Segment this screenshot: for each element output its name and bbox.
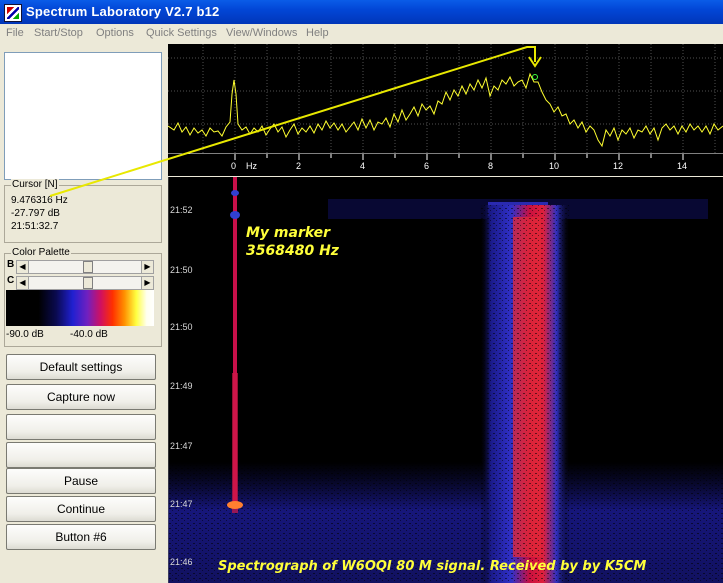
scroll-right-icon[interactable]: ▶ [141,261,153,273]
capture-now-button[interactable]: Capture now [6,384,156,410]
palette-min-db: -90.0 dB [6,329,44,340]
freq-unit-label: Hz [246,161,257,171]
window-title: Spectrum Laboratory V2.7 b12 [26,4,220,19]
freq-tick-label: 10 [549,161,560,171]
menu-options[interactable]: Options [96,27,134,39]
time-label: 21:50 [170,265,193,275]
menu-quick-settings[interactable]: Quick Settings [146,27,217,39]
continue-button[interactable]: Continue [6,496,156,522]
freq-tick-label: 4 [360,161,366,171]
slider-thumb[interactable] [83,261,93,273]
freq-tick-label: 8 [488,161,494,171]
blank-button-4[interactable] [6,442,156,468]
spectrograph-caption: Spectrograph of W6OQI 80 M signal. Recei… [218,559,647,574]
time-label: 21:46 [170,557,193,567]
time-label: 21:52 [170,205,193,215]
freq-tick-label: 12 [613,161,624,171]
palette-max-db: -40.0 dB [70,329,108,340]
contrast-label: C [7,275,15,286]
cursor-time: 21:51:32.7 [11,221,59,232]
cursor-level: -27.797 dB [11,208,60,219]
color-palette-label: Color Palette [11,247,71,258]
freq-tick-label: 0 [231,161,237,171]
freq-tick-label: 6 [424,161,430,171]
marker-annotation-line1: My marker [246,225,331,241]
waterfall-display[interactable]: 21:52 21:50 21:50 21:49 21:47 21:47 21:4… [168,177,723,583]
spectrum-trace [168,72,723,148]
scroll-left-icon[interactable]: ◀ [17,277,29,289]
spectrum-app-icon[interactable] [4,4,22,22]
scroll-right-icon[interactable]: ▶ [141,277,153,289]
time-label: 21:47 [170,441,193,451]
menu-start-stop[interactable]: Start/Stop [34,27,83,39]
peak-marker-icon [532,74,538,80]
control-panel: Cursor [N] 9.476316 Hz -27.797 dB 21:51:… [0,44,164,583]
time-label: 21:47 [170,499,193,509]
menu-bar: File Start/Stop Options Quick Settings V… [0,24,723,44]
time-label: 21:49 [170,381,193,391]
menu-help[interactable]: Help [306,27,329,39]
freq-tick-label: 2 [296,161,302,171]
marker-annotation-line2: 3568480 Hz [246,243,339,259]
time-label: 21:50 [170,322,193,332]
cursor-readout: Cursor [N] 9.476316 Hz -27.797 dB 21:51:… [4,179,162,243]
pause-button[interactable]: Pause [6,468,156,494]
brightness-label: B [7,259,15,270]
blank-button-3[interactable] [6,414,156,440]
scroll-left-icon[interactable]: ◀ [17,261,29,273]
default-settings-button[interactable]: Default settings [6,354,156,380]
button-6[interactable]: Button #6 [6,524,156,550]
menu-view-windows[interactable]: View/Windows [226,27,297,39]
spectrum-display[interactable]: 0 Hz 2 4 6 8 10 12 14 [168,44,723,176]
cursor-frequency: 9.476316 Hz [11,195,68,206]
menu-file[interactable]: File [6,27,24,39]
freq-tick-label: 14 [677,161,688,171]
contrast-slider[interactable]: ◀ ▶ [16,276,154,290]
title-bar: Spectrum Laboratory V2.7 b12 [0,0,723,24]
info-box [4,52,162,180]
color-palette-gradient [6,290,154,326]
slider-thumb[interactable] [83,277,93,289]
brightness-slider[interactable]: ◀ ▶ [16,260,154,274]
cursor-readout-label: Cursor [N] [11,179,59,190]
